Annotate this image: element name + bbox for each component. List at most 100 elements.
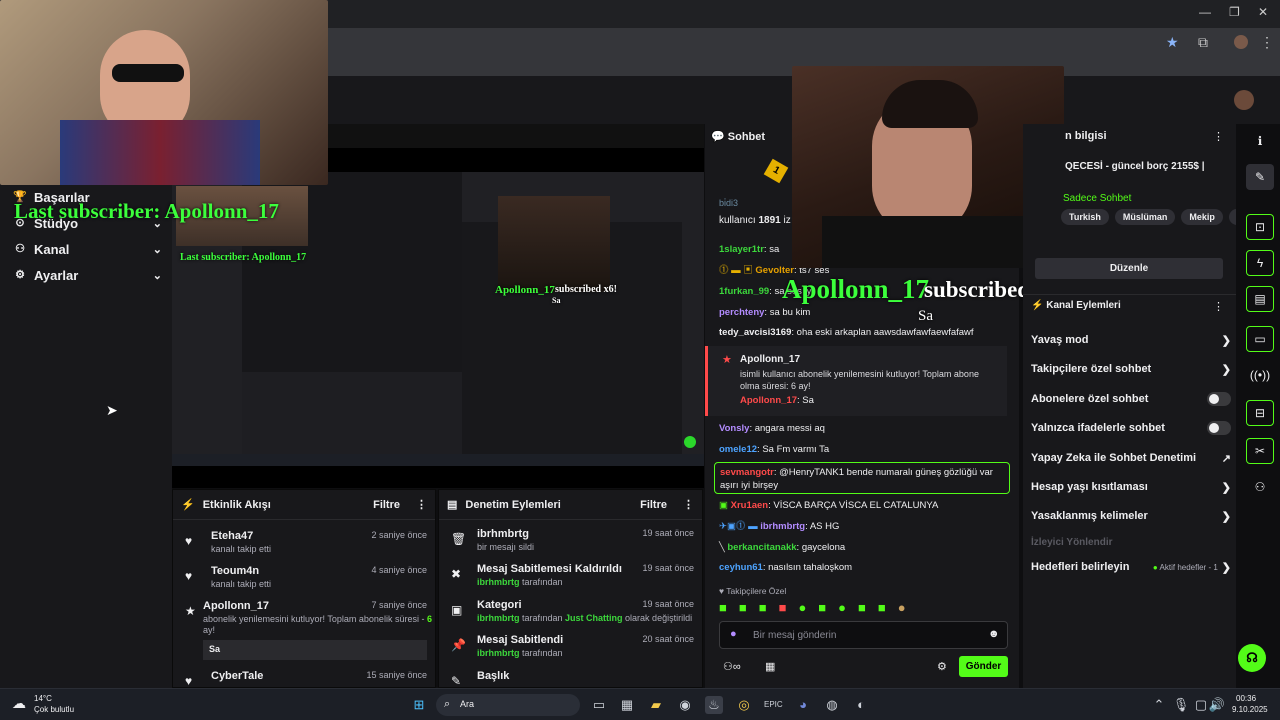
emote-icon[interactable]: ■ xyxy=(719,600,727,616)
chat-message[interactable]: perchteny: sa bu kim xyxy=(719,307,1009,319)
maximize-icon[interactable]: ❐ xyxy=(1229,6,1240,18)
mod-action-item[interactable]: 🗑 ibrhmbrtg bir mesajı sildi 19 saat önc… xyxy=(447,528,694,558)
activity-event[interactable]: ♥ Teoum4n kanalı takip etti 4 saniye önc… xyxy=(181,565,427,595)
close-icon[interactable]: ✕ xyxy=(1258,6,1268,18)
activity-event[interactable]: ♥ Eteha47 kanalı takip etti 2 saniye önc… xyxy=(181,530,427,560)
lightning-icon[interactable]: ϟ xyxy=(1246,250,1274,276)
nav-settings[interactable]: ⚙ Ayarlar ⌄ xyxy=(12,266,162,284)
epic-games-icon[interactable]: EPIC xyxy=(764,696,783,714)
app-icon[interactable]: ◉ xyxy=(676,696,694,714)
extensions-icon[interactable]: ⧉ xyxy=(1198,35,1208,49)
mod-action-item[interactable]: ▣ Kategori ibrhmbrtg tarafından Just Cha… xyxy=(447,599,694,629)
highlighted-message[interactable]: sevmangotr: @HenryTANK1 bende numaralı g… xyxy=(714,462,1010,494)
chat-message[interactable]: ceyhun61: nasılsın tahaloşkom xyxy=(719,562,1009,574)
tag[interactable]: espo xyxy=(1228,209,1236,225)
emote-only-toggle[interactable] xyxy=(1207,421,1231,435)
weather-temp[interactable]: 14°C xyxy=(34,694,52,703)
filter-button[interactable]: Filtre xyxy=(640,499,667,511)
resub-user[interactable]: Apollonn_17 xyxy=(740,354,800,365)
capture-icon[interactable]: ⊡ xyxy=(1246,214,1274,240)
clock-date[interactable]: 9.10.2025 xyxy=(1232,705,1268,714)
edit-button[interactable]: Düzenle xyxy=(1035,258,1223,279)
emote-icon[interactable]: ■ xyxy=(818,600,826,616)
chat-username[interactable]: berkancitanakk xyxy=(727,542,796,553)
wrench-icon[interactable]: ✂ xyxy=(1246,438,1274,464)
chat-input[interactable]: ● Bir mesaj gönderin ☻ xyxy=(719,621,1008,649)
subscribers-only-toggle[interactable] xyxy=(1207,392,1231,406)
mod-action-item[interactable]: ✎ Başlık xyxy=(447,670,694,688)
obs-icon[interactable]: ◍ xyxy=(823,696,841,714)
slow-mode-row[interactable]: Yavaş mod ❯ xyxy=(1031,332,1231,348)
subscribers-only-row[interactable]: Abonelere özel sohbet xyxy=(1031,391,1231,407)
chat-username[interactable]: 1furkan_99 xyxy=(719,286,769,297)
broadcast-icon[interactable]: ((•)) xyxy=(1246,362,1274,388)
chat-username[interactable]: tedy_avcisi3169 xyxy=(719,327,791,338)
more-options-icon[interactable]: ⋮ xyxy=(416,498,427,511)
layout-icon[interactable]: ⊟ xyxy=(1246,400,1274,426)
support-icon[interactable]: ☊ xyxy=(1238,644,1266,672)
emote-icon[interactable]: ■ xyxy=(878,600,886,616)
chat-username[interactable]: Vonsly xyxy=(719,423,749,434)
filter-button[interactable]: Filtre xyxy=(373,499,400,511)
store-icon[interactable]: ▦ xyxy=(765,660,775,673)
chat-username[interactable]: ceyhun61 xyxy=(719,562,763,573)
chat-username[interactable]: Xru1aen xyxy=(731,500,769,511)
microphone-icon[interactable]: 🎙 xyxy=(1172,696,1190,714)
activity-event[interactable]: ★ Apollonn_17 abonelik yenilemesini kutl… xyxy=(181,600,432,662)
steam-icon[interactable]: ♨ xyxy=(705,696,723,714)
document-icon[interactable]: ▤ xyxy=(1246,286,1274,312)
weather-icon[interactable]: ☁ xyxy=(12,695,26,712)
tag[interactable]: Turkish xyxy=(1061,209,1109,225)
more-options-icon[interactable]: ⋮ xyxy=(1213,130,1224,143)
emote-icon[interactable]: ● xyxy=(838,600,846,616)
emote-icon[interactable]: ■ xyxy=(779,600,787,616)
nav-channel[interactable]: ⚇ Kanal ⌄ xyxy=(12,240,162,258)
chat-username[interactable]: omele12 xyxy=(719,444,757,455)
chat-settings-icon[interactable]: ⚙ xyxy=(937,660,947,673)
account-age-row[interactable]: Hesap yaşı kısıtlaması ❯ xyxy=(1031,479,1231,495)
chat-message[interactable]: omele12: Sa Fm varmı Ta xyxy=(719,444,1009,456)
chat-message[interactable]: tedy_avcisi3169: oha eski arkaplan aawsd… xyxy=(719,327,1009,339)
emote-icon[interactable]: ■ xyxy=(858,600,866,616)
emote-icon[interactable]: ● xyxy=(798,600,806,616)
tag[interactable]: Müslüman xyxy=(1114,209,1176,225)
tray-chevron-icon[interactable]: ⌃ xyxy=(1150,696,1168,714)
community-icon[interactable]: ⚇ xyxy=(1246,474,1274,500)
chat-username[interactable]: sevmangotr xyxy=(720,467,774,478)
chat-username[interactable]: 1slayer1tr xyxy=(719,244,764,255)
microphone-icon[interactable]: ● xyxy=(730,628,737,640)
chat-message[interactable]: ╲ berkancitanakk: gaycelona xyxy=(719,542,1009,554)
goals-row[interactable]: Hedefleri belirleyin ● Aktif hedefler - 1… xyxy=(1031,559,1231,575)
emote-icon[interactable]: ● xyxy=(898,600,906,616)
chat-username[interactable]: ibrhmbrtg xyxy=(760,521,805,532)
browser-menu-icon[interactable]: ⋮ xyxy=(1260,35,1274,49)
chat-input-placeholder[interactable]: Bir mesaj gönderin xyxy=(753,630,836,641)
app-icon[interactable]: ◐ xyxy=(852,696,870,714)
mod-action-item[interactable]: 📌 Mesaj Sabitlendi ibrhmbrtg tarafından … xyxy=(447,634,694,664)
folder-icon[interactable]: ▰ xyxy=(647,696,665,714)
emote-bar[interactable]: ■ ■ ■ ■ ● ■ ● ■ ■ ● xyxy=(719,600,1009,616)
emote-icon[interactable]: ■ xyxy=(759,600,767,616)
clock-time[interactable]: 00:36 xyxy=(1236,694,1256,703)
edit-icon[interactable]: ✎ xyxy=(1246,164,1274,190)
chat-message[interactable]: ✈▣⓵ ▬ ibrhmbrtg: AS HG xyxy=(719,521,1009,533)
info-icon[interactable]: ℹ xyxy=(1246,128,1274,154)
weather-desc[interactable]: Çok bulutlu xyxy=(34,705,74,714)
send-button[interactable]: Gönder xyxy=(959,656,1008,677)
followers-only-row[interactable]: Takipçilere özel sohbet ❯ xyxy=(1031,361,1231,377)
taskbar-search[interactable]: ⌕ Ara xyxy=(436,694,580,716)
channel-points-icon[interactable]: ⚇∞ xyxy=(723,660,741,673)
emote-only-row[interactable]: Yalnızca ifadelerle sohbet xyxy=(1031,420,1231,436)
start-icon[interactable]: ⊞ xyxy=(410,696,428,714)
more-options-icon[interactable]: ⋮ xyxy=(1213,300,1224,313)
emote-icon[interactable]: ■ xyxy=(739,600,747,616)
volume-icon[interactable]: 🔊 xyxy=(1208,696,1226,714)
mod-action-item[interactable]: ✖ Mesaj Sabitlemesi Kaldırıldı ibrhmbrtg… xyxy=(447,563,694,593)
chat-message[interactable]: Vonsly: angara messi aq xyxy=(719,423,1009,435)
profile-avatar[interactable] xyxy=(1234,35,1248,49)
tag[interactable]: Mekip xyxy=(1181,209,1223,225)
more-options-icon[interactable]: ⋮ xyxy=(683,498,694,511)
bookmark-star-icon[interactable]: ★ xyxy=(1166,35,1179,49)
emoji-icon[interactable]: ☻ xyxy=(988,628,1000,640)
task-view-icon[interactable]: ▭ xyxy=(590,696,608,714)
